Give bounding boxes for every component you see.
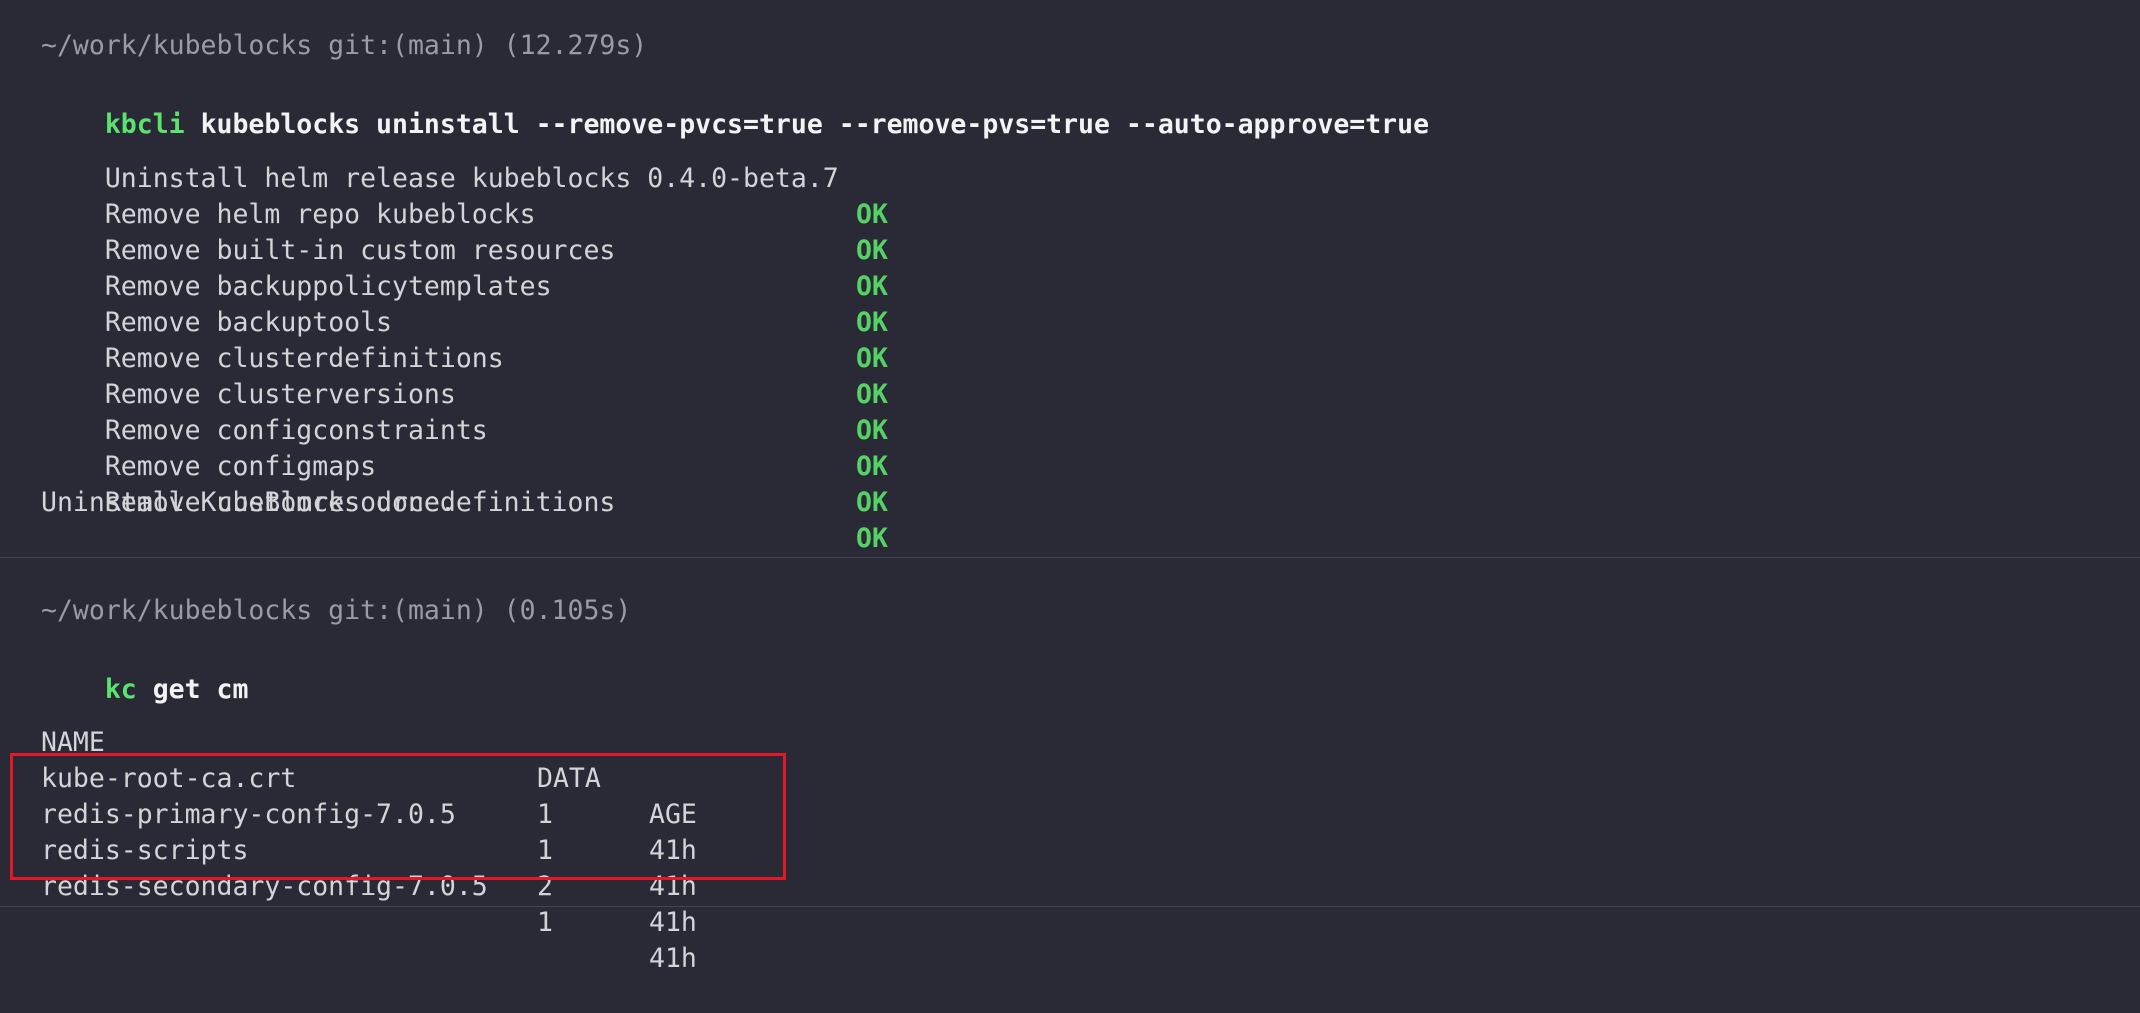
output-step: Uninstall helm release kubeblocks 0.4.0-… xyxy=(41,125,888,230)
output-done-message: Uninstall KubeBlocks done. xyxy=(41,487,456,518)
step-status-ok: OK xyxy=(856,523,888,554)
output-step: Remove helm repo kubeblocks OK xyxy=(41,161,888,266)
command-line[interactable]: kbcli kubeblocks uninstall --remove-pvcs… xyxy=(41,71,1429,140)
prompt-line: ~/work/kubeblocks git:(main) (0.105s) xyxy=(41,595,632,626)
table-header: NAME DATA AGE xyxy=(41,689,841,830)
output-step: Remove clusterversions OK xyxy=(41,341,888,446)
step-status-ok: OK xyxy=(856,199,888,230)
highlight-annotation-box xyxy=(10,753,786,880)
block-divider xyxy=(0,906,2140,907)
prompt-line: ~/work/kubeblocks git:(main) (12.279s) xyxy=(41,30,648,61)
output-step: Remove backuptools OK xyxy=(41,269,888,374)
output-step: Remove configmaps OK xyxy=(41,413,888,518)
output-step: Remove backuppolicytemplates OK xyxy=(41,233,888,338)
step-status-ok: OK xyxy=(856,487,888,518)
output-step: Remove built-in custom resources OK xyxy=(41,197,888,302)
output-step: Remove clusterdefinitions OK xyxy=(41,305,888,410)
step-status-ok: OK xyxy=(856,379,888,410)
command-line[interactable]: kc get cm xyxy=(41,636,249,705)
cell-age: 41h xyxy=(649,907,697,938)
step-status-ok: OK xyxy=(856,451,888,482)
step-status-ok: OK xyxy=(856,415,888,446)
output-step: Remove configconstraints OK xyxy=(41,377,888,482)
output-step: Remove customresourcedefinitions OK xyxy=(41,449,888,554)
step-status-ok: OK xyxy=(856,271,888,302)
block-divider xyxy=(0,557,2140,558)
cell-age: 41h xyxy=(649,943,697,974)
step-status-ok: OK xyxy=(856,235,888,266)
step-status-ok: OK xyxy=(856,343,888,374)
step-status-ok: OK xyxy=(856,307,888,338)
cell-data: 1 xyxy=(537,907,553,938)
